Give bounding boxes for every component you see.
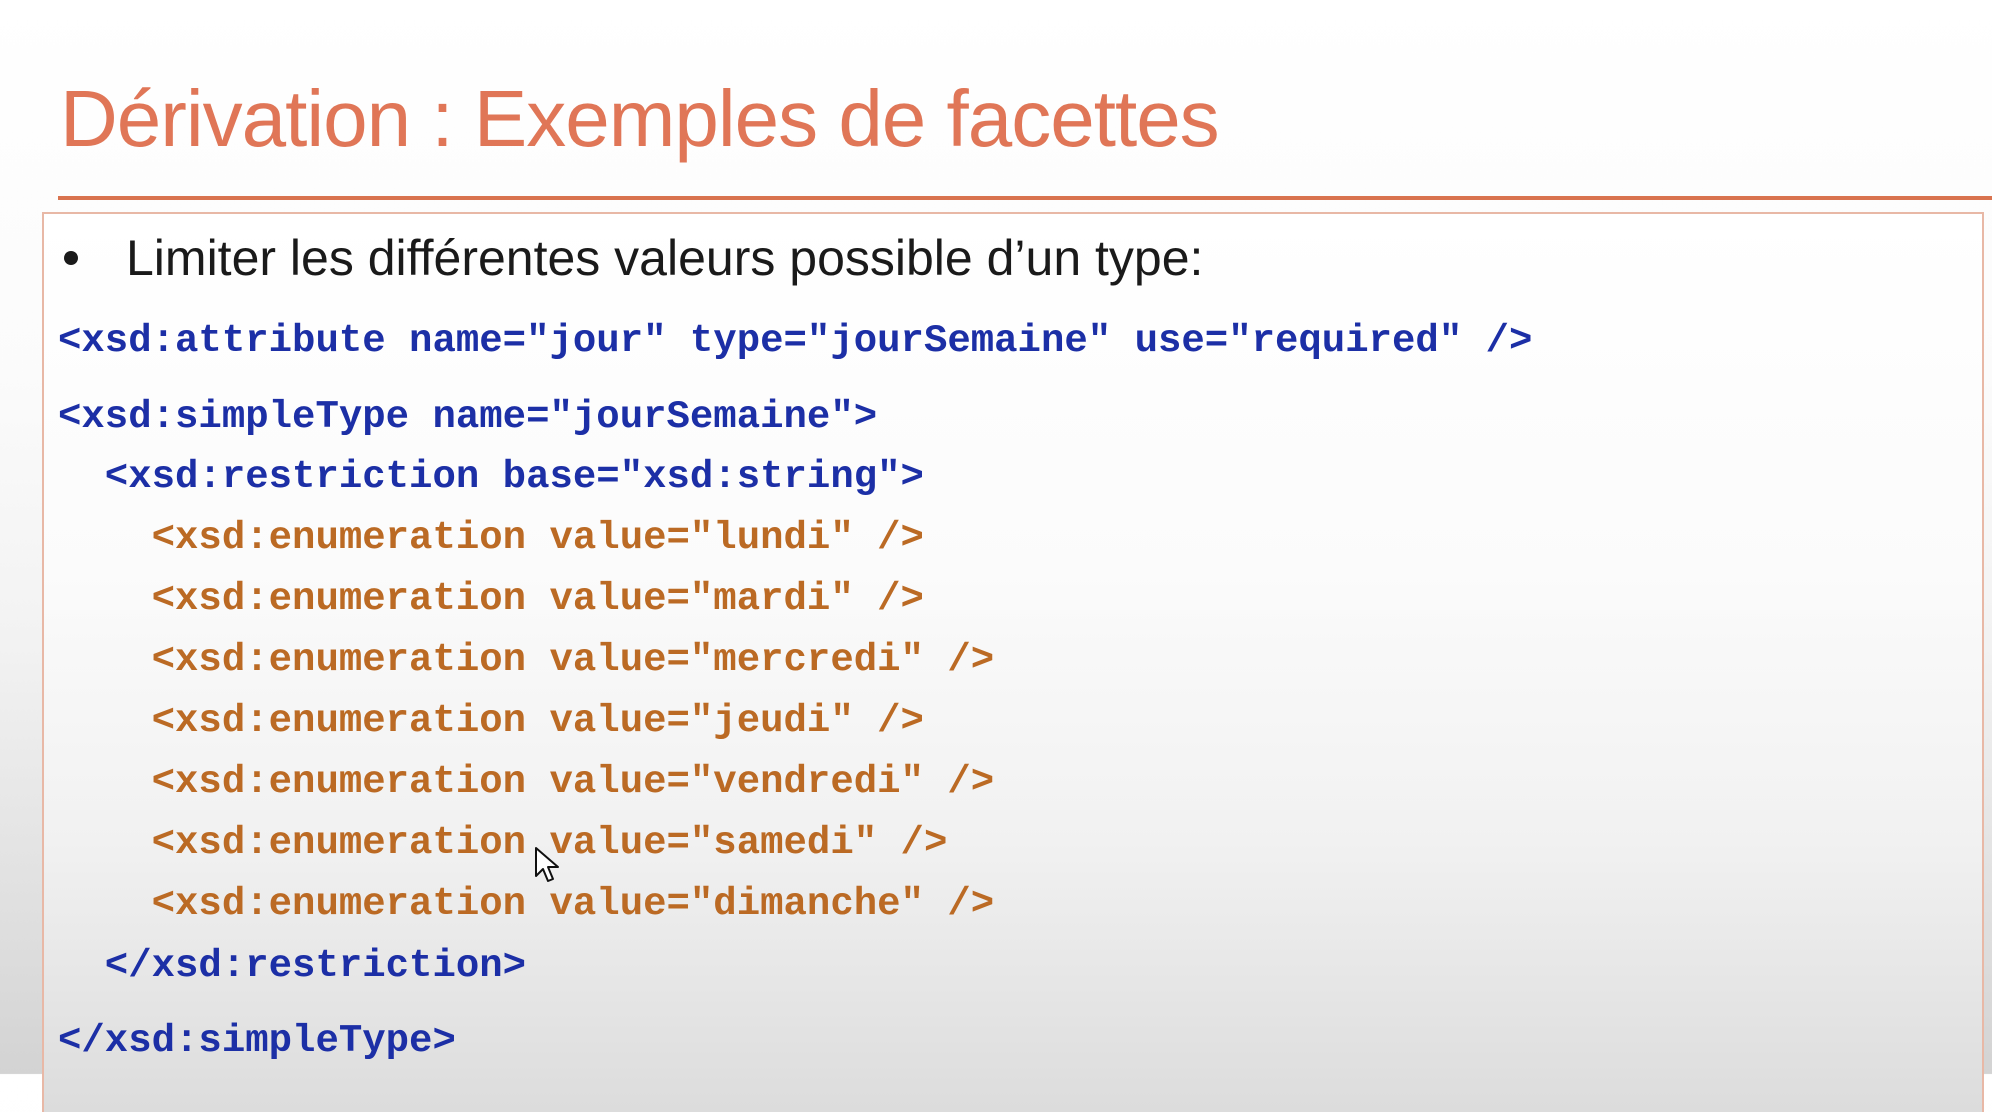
bullet-item: Limiter les différentes valeurs possible… xyxy=(56,228,1203,288)
code-line-enumeration: <xsd:enumeration value="jeudi" /> xyxy=(58,699,924,743)
code-line-restriction-open: <xsd:restriction base="xsd:string"> xyxy=(58,455,924,499)
code-line-attribute: <xsd:attribute name="jour" type="jourSem… xyxy=(58,319,1533,363)
code-line-enumeration: <xsd:enumeration value="lundi" /> xyxy=(58,516,924,560)
code-line-simpletype-open: <xsd:simpleType name="jourSemaine"> xyxy=(58,395,878,439)
code-line-restriction-close: </xsd:restriction> xyxy=(58,944,527,988)
title-divider xyxy=(58,196,1992,200)
code-line-enumeration: <xsd:enumeration value="vendredi" /> xyxy=(58,760,995,804)
slide-title: Dérivation : Exemples de facettes xyxy=(60,74,1220,163)
mouse-pointer-icon xyxy=(535,847,559,882)
code-line-enumeration: <xsd:enumeration value="samedi" /> xyxy=(58,821,948,865)
code-line-enumeration: <xsd:enumeration value="mercredi" /> xyxy=(58,638,995,682)
code-line-enumeration: <xsd:enumeration value="dimanche" /> xyxy=(58,882,995,926)
bullet-dot-icon xyxy=(64,251,78,265)
bullet-text: Limiter les différentes valeurs possible… xyxy=(126,230,1204,286)
code-line-simpletype-close: </xsd:simpleType> xyxy=(58,1019,456,1063)
top-strip xyxy=(0,0,1992,20)
code-line-enumeration: <xsd:enumeration value="mardi" /> xyxy=(58,577,924,621)
